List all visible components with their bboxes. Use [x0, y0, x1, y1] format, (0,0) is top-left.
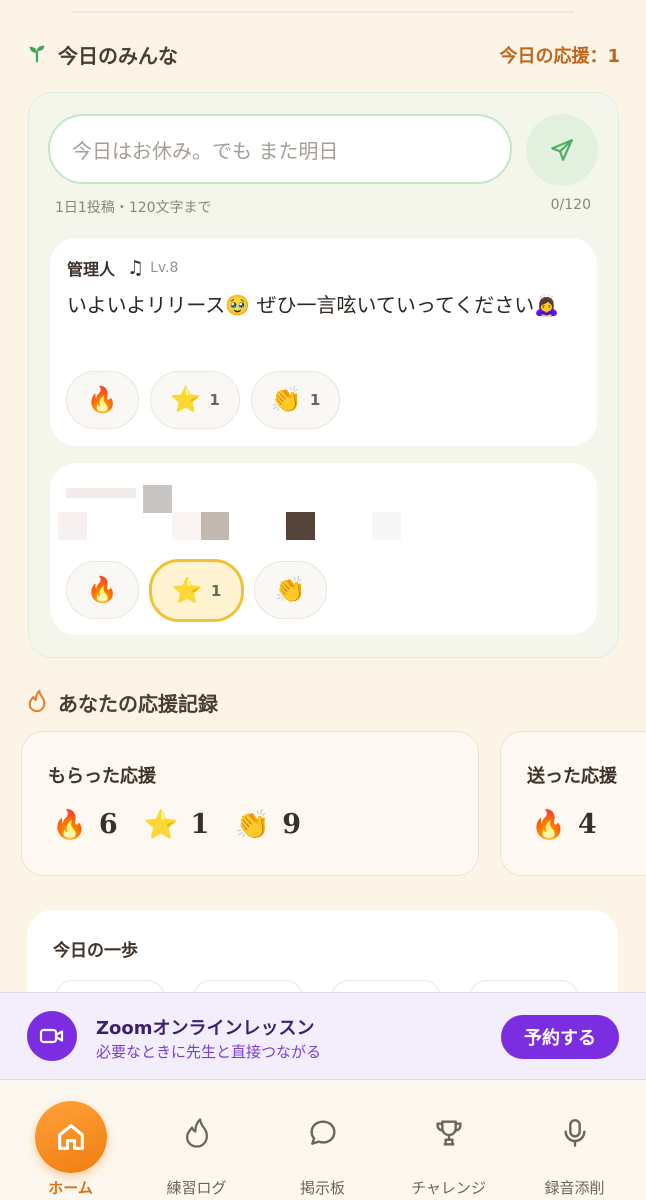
sent-support-card: 送った応援 🔥 4 — [500, 731, 646, 876]
reaction-clap-button[interactable]: 👏 1 — [251, 371, 340, 429]
clap-icon: 👏 — [235, 808, 271, 841]
star-icon: ⭐ — [170, 385, 202, 414]
tab-board[interactable]: 掲示板 — [258, 1081, 387, 1200]
reaction-count: 1 — [210, 581, 222, 600]
tab-label: 掲示板 — [299, 1179, 345, 1197]
top-divider — [72, 11, 574, 13]
reserve-button[interactable]: 予約する — [501, 1015, 619, 1059]
received-stats: 🔥 6 ⭐ 1 👏 9 — [52, 808, 327, 841]
flame-outline-icon — [26, 689, 48, 717]
video-camera-icon — [27, 1011, 77, 1061]
post-author-level: Lv.8 — [150, 260, 179, 276]
post-text: いよいよリリース🥹 ぜひ一言呟いていってください🙇‍♀️ — [67, 293, 560, 317]
post-input[interactable]: 今日はお休み。でも また明日 — [48, 114, 512, 184]
clap-icon: 👏 — [274, 575, 307, 604]
received-support-title: もらった応援 — [48, 766, 156, 787]
received-star-count: 1 — [190, 809, 210, 840]
char-counter: 0/120 — [550, 197, 591, 213]
zoom-lesson-banner[interactable]: Zoomオンラインレッスン 必要なときに先生と直接つながる 予約する — [0, 992, 646, 1080]
reaction-fire-button[interactable]: 🔥 — [66, 561, 139, 619]
tab-label: チャレンジ — [411, 1179, 486, 1197]
bottom-tab-bar: ホーム 練習ログ 掲示板 チャレンジ 録音添削 — [0, 1081, 646, 1200]
reaction-count: 1 — [309, 391, 321, 409]
tab-label: 録音添削 — [544, 1179, 605, 1197]
sent-stats: 🔥 4 — [531, 808, 623, 841]
post-author-row: 管理人 ♫ Lv.8 — [67, 256, 178, 280]
fire-icon: 🔥 — [531, 808, 566, 841]
received-clap-count: 9 — [282, 809, 302, 840]
fire-icon: 🔥 — [52, 808, 87, 841]
records-title: あなたの応援記録 — [58, 692, 218, 716]
microphone-icon — [563, 1119, 586, 1147]
tab-practice-log[interactable]: 練習ログ — [132, 1081, 261, 1200]
post-author-name: 管理人 — [67, 260, 116, 279]
tab-recording-review[interactable]: 録音添削 — [510, 1081, 639, 1200]
today-step-title: 今日の一歩 — [53, 941, 138, 961]
fire-icon: 🔥 — [86, 385, 119, 414]
everyone-header: 今日のみんな 今日の応援：1 — [26, 40, 620, 69]
tab-label: 練習ログ — [166, 1179, 227, 1197]
reaction-star-button-active[interactable]: ⭐ 1 — [149, 559, 244, 622]
reaction-count: 1 — [209, 391, 220, 409]
post-limit-hint: 1日1投稿・120文字まで — [55, 200, 212, 216]
send-icon — [551, 139, 573, 161]
zoom-banner-title: Zoomオンラインレッスン — [96, 1018, 315, 1039]
received-support-card: もらった応援 🔥 6 ⭐ 1 👏 9 — [21, 731, 479, 876]
reaction-star-button[interactable]: ⭐ 1 — [150, 371, 240, 429]
tab-challenge[interactable]: チャレンジ — [384, 1081, 513, 1200]
reaction-fire-button[interactable]: 🔥 — [66, 371, 139, 429]
tab-label: ホーム — [48, 1179, 93, 1197]
clap-icon: 👏 — [270, 385, 302, 414]
everyone-title: 今日のみんな — [58, 44, 178, 68]
home-icon — [34, 1101, 107, 1173]
reaction-clap-button[interactable]: 👏 — [254, 561, 327, 619]
sent-support-title: 送った応援 — [527, 766, 617, 787]
star-icon: ⭐ — [171, 575, 203, 605]
fire-icon: 🔥 — [86, 575, 119, 604]
trophy-icon — [435, 1120, 462, 1146]
flame-icon — [185, 1118, 208, 1148]
post-input-placeholder: 今日はお休み。でも また明日 — [72, 138, 339, 163]
music-note-icon: ♫ — [127, 257, 145, 279]
received-fire-count: 6 — [98, 809, 118, 840]
sprout-icon — [26, 42, 48, 68]
records-header: あなたの応援記録 — [26, 688, 620, 717]
chat-bubble-icon — [309, 1120, 336, 1145]
star-icon: ⭐ — [143, 808, 179, 841]
sent-fire-count: 4 — [577, 809, 597, 840]
send-button[interactable] — [526, 114, 598, 186]
zoom-banner-subtitle: 必要なときに先生と直接つながる — [96, 1043, 322, 1061]
support-today-count: 今日の応援：1 — [499, 45, 620, 67]
tab-home[interactable]: ホーム — [6, 1081, 135, 1200]
